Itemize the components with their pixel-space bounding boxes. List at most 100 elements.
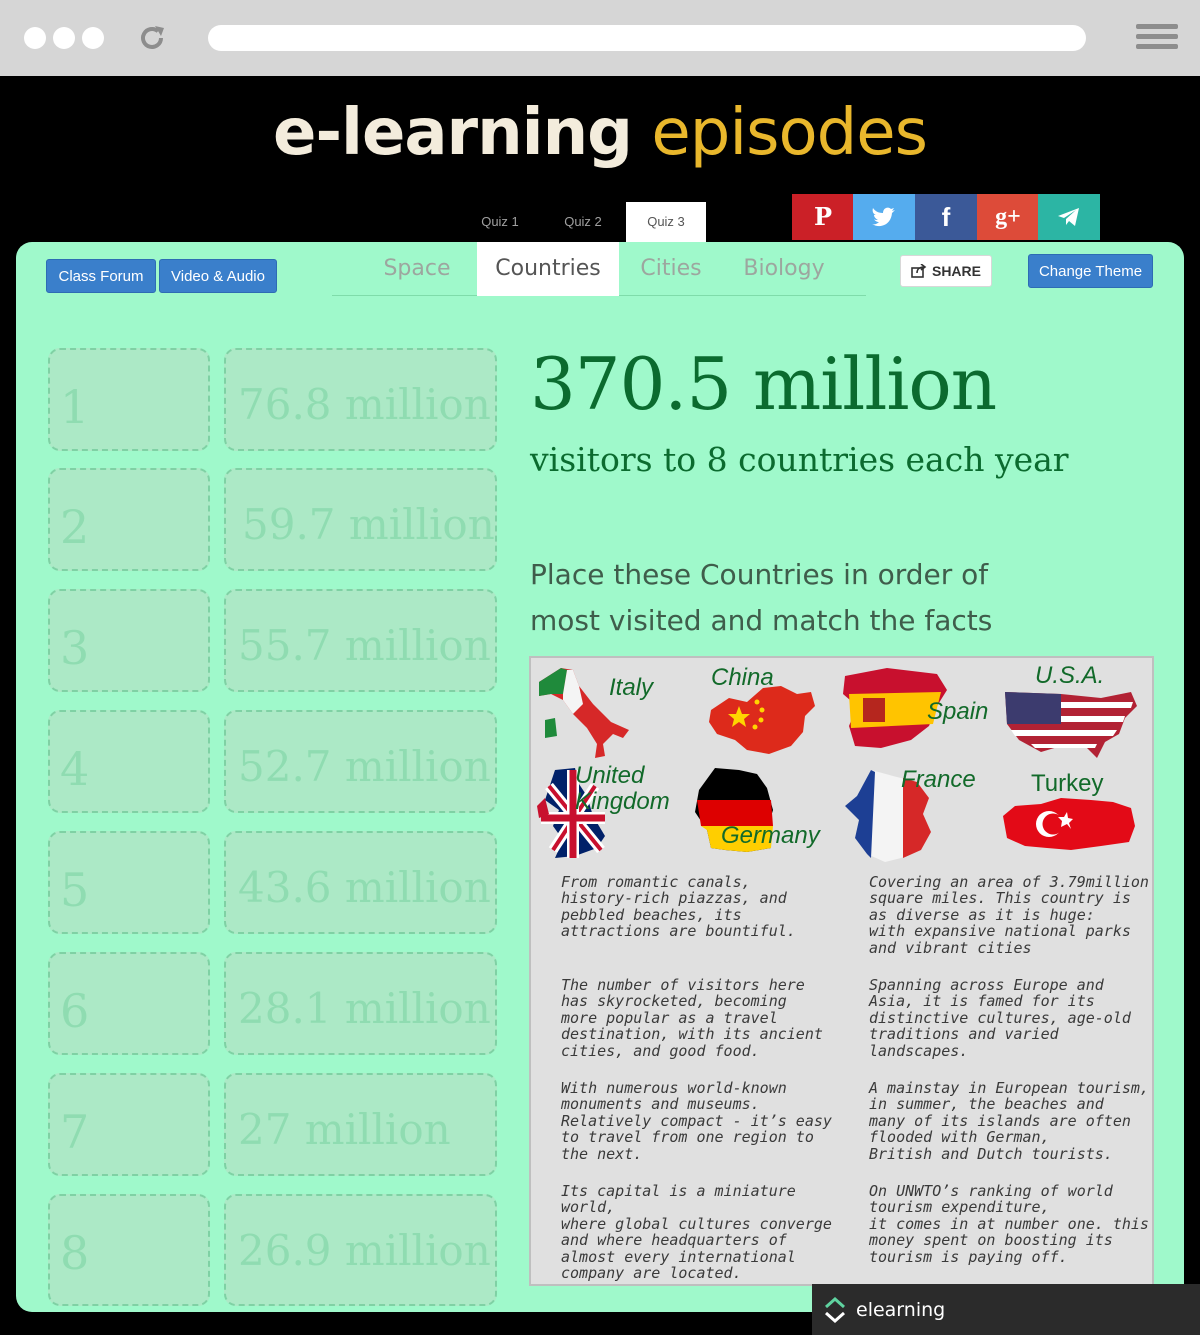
fact-line: the next. bbox=[561, 1144, 643, 1163]
fact-line: and vibrant cities bbox=[869, 938, 1032, 957]
label-italy[interactable]: Italy bbox=[609, 674, 653, 702]
fact-card[interactable]: The number of visitors here has skyrocke… bbox=[561, 977, 851, 1059]
fact-line: On UNWTO’s ranking of world bbox=[869, 1182, 1113, 1200]
google-plus-icon: g+ bbox=[995, 203, 1021, 230]
rank-slot[interactable]: 3 bbox=[48, 589, 210, 692]
fact-line: flooded with German, bbox=[869, 1128, 1050, 1147]
rank-number: 6 bbox=[60, 984, 90, 1038]
fact-line: where global cultures converge bbox=[561, 1214, 832, 1233]
fact-card[interactable]: Covering an area of 3.79million square m… bbox=[869, 873, 1152, 957]
fact-line: distinctive cultures, age-old bbox=[869, 1008, 1131, 1027]
label-france[interactable]: France bbox=[901, 766, 976, 794]
value-slot[interactable]: 76.8 million bbox=[224, 348, 497, 451]
share-label: SHARE bbox=[931, 263, 981, 279]
fact-line: With numerous world-known bbox=[561, 1079, 787, 1097]
tab-space[interactable]: Space bbox=[352, 242, 482, 296]
reload-icon[interactable] bbox=[136, 22, 168, 54]
label-usa[interactable]: U.S.A. bbox=[1035, 662, 1104, 690]
fact-line: British and Dutch tourists. bbox=[869, 1144, 1113, 1163]
pinterest-icon: P bbox=[814, 204, 832, 230]
google-plus-button[interactable]: g+ bbox=[977, 194, 1039, 240]
rank-number: 1 bbox=[60, 380, 90, 434]
fact-line: cities, and good food. bbox=[561, 1041, 760, 1060]
fact-card[interactable]: With numerous world-known monuments and … bbox=[561, 1080, 851, 1162]
fact-line: Asia, it is famed for its bbox=[869, 992, 1095, 1011]
countries-facts-board: Italy China Spain U.S.A. United Kingdom … bbox=[529, 656, 1154, 1286]
visitor-value: 76.8 million bbox=[238, 380, 491, 429]
tab-countries[interactable]: Countries bbox=[477, 242, 619, 296]
rank-slot[interactable]: 5 bbox=[48, 831, 210, 934]
quiz-tab-2[interactable]: Quiz 2 bbox=[543, 202, 623, 242]
fact-line: square miles. This country is bbox=[869, 889, 1131, 908]
tab-cities[interactable]: Cities bbox=[618, 242, 724, 296]
total-visitors-stat: 370.5 million bbox=[530, 342, 997, 426]
fact-card[interactable]: On UNWTO’s ranking of world tourism expe… bbox=[869, 1182, 1152, 1266]
quiz-tab-1[interactable]: Quiz 1 bbox=[460, 202, 540, 242]
value-slot[interactable]: 59.7 million bbox=[224, 468, 497, 571]
rank-slot[interactable]: 1 bbox=[48, 348, 210, 451]
fact-line: tourism is paying off. bbox=[869, 1247, 1068, 1266]
rank-slot[interactable]: 2 bbox=[48, 468, 210, 571]
value-slot[interactable]: 43.6 million bbox=[224, 831, 497, 934]
share-button[interactable]: SHARE bbox=[900, 255, 992, 287]
facebook-icon: f bbox=[941, 201, 951, 232]
twitter-button[interactable] bbox=[853, 194, 915, 240]
turkey-map-icon[interactable] bbox=[1001, 796, 1137, 856]
fact-line: many of its islands are often bbox=[869, 1111, 1131, 1130]
value-slot[interactable]: 52.7 million bbox=[224, 710, 497, 813]
fact-line: money spent on boosting its bbox=[869, 1231, 1113, 1250]
rank-slot[interactable]: 6 bbox=[48, 952, 210, 1055]
label-uk-line-1[interactable]: United bbox=[575, 762, 644, 790]
quiz-tab-3[interactable]: Quiz 3 bbox=[626, 202, 706, 242]
label-spain[interactable]: Spain bbox=[927, 698, 988, 726]
fact-line: The number of visitors here bbox=[561, 976, 805, 994]
fact-line: Spanning across Europe and bbox=[869, 976, 1104, 994]
hamburger-menu-icon[interactable] bbox=[1136, 24, 1178, 54]
instruction-line-1: Place these Countries in order of bbox=[530, 558, 989, 591]
label-uk-line-2[interactable]: Kingdom bbox=[575, 788, 670, 816]
telegram-button[interactable] bbox=[1038, 194, 1100, 240]
rank-number: 4 bbox=[60, 742, 90, 796]
fact-card[interactable]: Spanning across Europe and Asia, it is f… bbox=[869, 976, 1152, 1060]
total-visitors-caption: visitors to 8 countries each year bbox=[530, 440, 1069, 479]
window-dot-icon bbox=[82, 27, 104, 49]
fact-card[interactable]: Its capital is a miniature world, where … bbox=[561, 1182, 851, 1283]
logo-word-elearning: e-learning bbox=[273, 96, 633, 170]
value-slot[interactable]: 27 million bbox=[224, 1073, 497, 1176]
pinterest-button[interactable]: P bbox=[792, 194, 854, 240]
tab-biology[interactable]: Biology bbox=[724, 242, 844, 296]
facebook-button[interactable]: f bbox=[915, 194, 977, 240]
fact-line: pebbled beaches, its bbox=[561, 905, 742, 924]
fact-line: Its capital is a miniature world, bbox=[561, 1182, 796, 1217]
window-dot-icon bbox=[53, 27, 75, 49]
fact-line: and where headquarters of bbox=[561, 1231, 787, 1250]
label-china[interactable]: China bbox=[711, 664, 774, 692]
fact-card[interactable]: A mainstay in European tourism, in summe… bbox=[869, 1080, 1152, 1163]
rank-slot[interactable]: 7 bbox=[48, 1073, 210, 1176]
label-germany[interactable]: Germany bbox=[721, 822, 820, 850]
value-slot[interactable]: 26.9 million bbox=[224, 1194, 497, 1306]
fact-line: with expansive national parks bbox=[869, 922, 1131, 941]
visitor-value: 27 million bbox=[238, 1105, 451, 1154]
fact-line: in summer, the beaches and bbox=[869, 1095, 1104, 1114]
fact-line: landscapes. bbox=[869, 1041, 969, 1060]
visitor-value: 26.9 million bbox=[238, 1226, 491, 1275]
fact-line: From romantic canals, bbox=[561, 873, 751, 891]
video-audio-button[interactable]: Video & Audio bbox=[159, 259, 277, 293]
fact-line: destination, with its ancient bbox=[561, 1025, 823, 1044]
value-slot[interactable]: 55.7 million bbox=[224, 589, 497, 692]
class-forum-button[interactable]: Class Forum bbox=[46, 259, 156, 293]
value-slot[interactable]: 28.1 million bbox=[224, 952, 497, 1055]
twitter-icon bbox=[872, 207, 895, 227]
address-bar[interactable] bbox=[208, 25, 1086, 51]
rank-slot[interactable]: 4 bbox=[48, 710, 210, 813]
fact-line: Covering an area of 3.79million bbox=[869, 873, 1149, 891]
fact-line: company are located. bbox=[561, 1264, 742, 1283]
elearning-badge[interactable]: elearning bbox=[812, 1284, 1200, 1335]
rank-slot[interactable]: 8 bbox=[48, 1194, 210, 1306]
usa-map-icon[interactable] bbox=[1001, 688, 1141, 760]
change-theme-button[interactable]: Change Theme bbox=[1028, 254, 1153, 288]
fact-card[interactable]: From romantic canals, history-rich piazz… bbox=[561, 874, 851, 940]
category-tabs: Space Countries Cities Biology bbox=[332, 242, 866, 296]
label-turkey[interactable]: Turkey bbox=[1031, 770, 1103, 798]
